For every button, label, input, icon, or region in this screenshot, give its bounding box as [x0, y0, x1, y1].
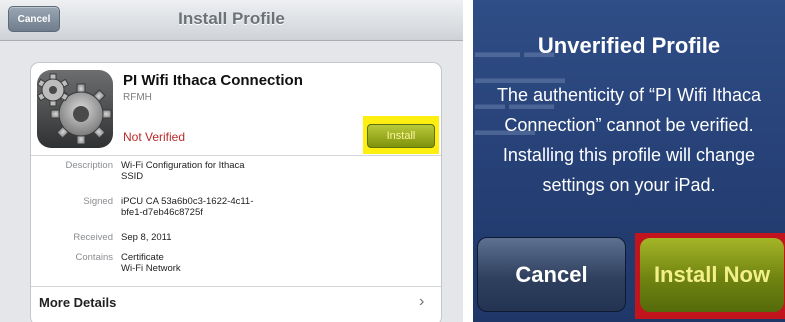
- verification-status: Not Verified: [123, 130, 186, 144]
- more-details-row[interactable]: More Details ›: [31, 286, 441, 317]
- install-button[interactable]: Install: [367, 124, 435, 148]
- detail-label: Description: [65, 160, 113, 171]
- alert-message: The authenticity of “PI Wifi Ithaca Conn…: [496, 85, 762, 195]
- divider: [463, 0, 473, 322]
- detail-value: Wi-Fi Configuration for Ithaca SSID: [121, 160, 245, 182]
- alert-cancel-button[interactable]: Cancel: [477, 237, 626, 312]
- more-details-label: More Details: [39, 295, 117, 310]
- detail-label: Signed: [83, 196, 113, 207]
- install-now-button[interactable]: Install Now: [640, 238, 784, 312]
- profile-name: PI Wifi Ithaca Connection: [123, 72, 303, 89]
- detail-value: Certificate Wi-Fi Network: [121, 252, 181, 274]
- detail-value: Sep 8, 2011: [121, 232, 172, 243]
- unverified-alert: ▬▬▬ ▬▬ ▬▬▬▬▬▬ ▬▬ ▬▬▬ ▬▬▬▬ Unverified Profil…: [473, 0, 785, 322]
- detail-value: iPCU CA 53a6b0c3-1622-4c11- bfe1-d7eb46c…: [121, 196, 254, 218]
- gear-icon: [37, 70, 113, 148]
- profile-organization: RFMH: [123, 92, 152, 103]
- profile-header: PI Wifi Ithaca Connection RFMH Not Verif…: [31, 63, 441, 156]
- profile-card: PI Wifi Ithaca Connection RFMH Not Verif…: [30, 62, 442, 322]
- detail-label: Contains: [75, 252, 114, 263]
- nav-bar: Cancel Install Profile: [0, 0, 463, 41]
- alert-title: Unverified Profile: [537, 33, 721, 58]
- chevron-right-icon: ›: [419, 293, 425, 310]
- page-title: Install Profile: [178, 9, 285, 28]
- detail-label: Received: [73, 232, 113, 243]
- install-profile-screen: Cancel Install Profile PI Wifi Ithaca Co…: [0, 0, 463, 322]
